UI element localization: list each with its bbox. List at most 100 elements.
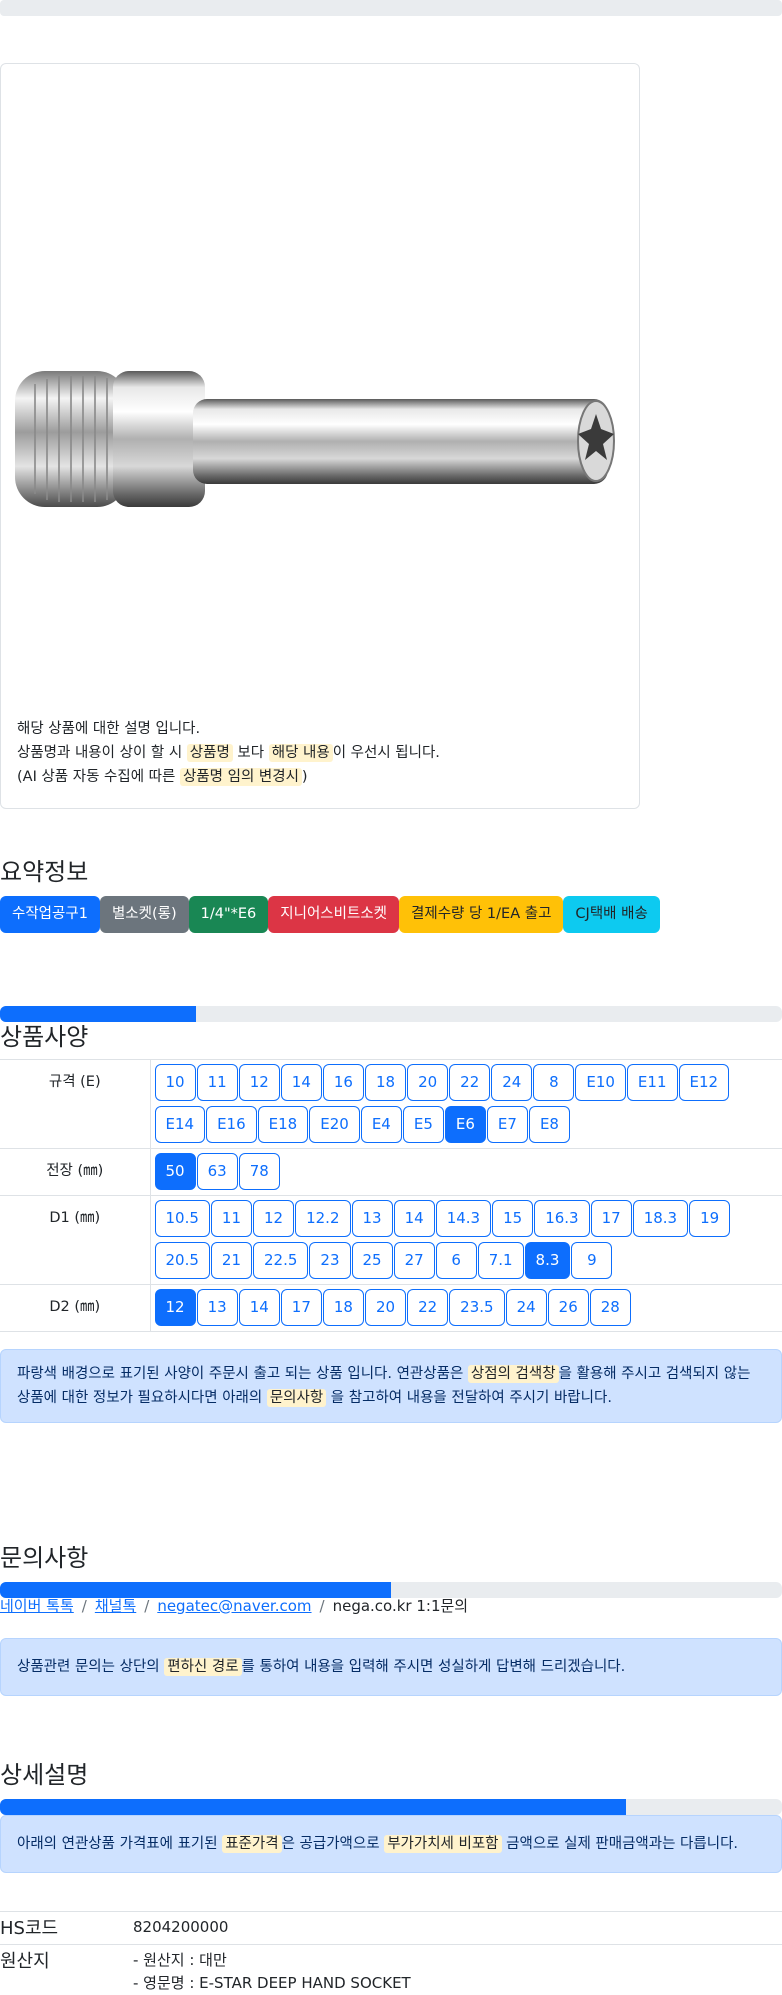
spec-option-button[interactable]: 11	[210, 1200, 252, 1237]
spec-option-button[interactable]: E14	[154, 1106, 206, 1143]
spec-option-button[interactable]: E8	[528, 1106, 570, 1143]
spec-row: 전장 (㎜) 50 63 78	[0, 1148, 782, 1196]
hs-code-row: HS코드 8204200000	[0, 1911, 782, 1943]
spec-option-button[interactable]: E12	[678, 1064, 730, 1101]
spec-option-button[interactable]: 19	[689, 1200, 731, 1237]
origin-value: - 원산지 : 대만 - 영문명 : E-STAR DEEP HAND SOCK…	[133, 1945, 411, 1994]
spec-option-button[interactable]: 24	[505, 1289, 547, 1326]
spec-option-button[interactable]: E4	[360, 1106, 402, 1143]
spec-option-button[interactable]: 16	[322, 1064, 364, 1101]
notice-highlight: 문의사항	[266, 1389, 327, 1407]
desc-line: 상품명과 내용이 상이 할 시 상품명 보다 해당 내용 이 우선시 됩니다.	[17, 741, 440, 765]
spec-option-button[interactable]: 22.5	[253, 1242, 309, 1279]
spec-option-button[interactable]: 20	[407, 1064, 449, 1101]
spec-option-button[interactable]: E18	[257, 1106, 309, 1143]
spec-option-button[interactable]: 7.1	[477, 1242, 524, 1279]
desc-text: 보다	[232, 745, 269, 761]
spec-option-button[interactable]: 17	[280, 1289, 322, 1326]
inquiry-title: 문의사항	[0, 1544, 89, 1572]
spec-option-button[interactable]: 14	[393, 1200, 435, 1237]
notice-text: 을 참고하여 내용을 전달하여 주시기 바랍니다.	[326, 1390, 612, 1406]
notice-highlight: 표준가격	[222, 1835, 282, 1853]
spec-option-button[interactable]: 27	[393, 1242, 435, 1279]
spec-option-button[interactable]: 10.5	[154, 1200, 210, 1237]
spec-option-button[interactable]: 8	[533, 1064, 575, 1101]
spec-option-button[interactable]: 12	[253, 1200, 295, 1237]
spec-option-button[interactable]: 21	[210, 1242, 252, 1279]
detail-notice: 아래의 연관상품 가격표에 표기된 표준가격 은 공급가액으로 부가가치세 비포함…	[0, 1815, 782, 1873]
spec-option-button[interactable]: E10	[575, 1064, 626, 1101]
spec-option-button[interactable]: 24	[491, 1064, 533, 1101]
desc-text: )	[301, 769, 308, 785]
spec-row: 규격 (E) 10 11 12 14 16 18 20 22 24 8 E10 E11 E12 E14 E16…	[0, 1059, 782, 1149]
link-channeltalk[interactable]: 채널톡	[95, 1595, 136, 1616]
link-email[interactable]: negatec@naver.com	[157, 1597, 311, 1615]
inquiry-notice: 상품관련 문의는 상단의 편하신 경로 를 통하여 내용을 입력해 주시면 성실하…	[0, 1638, 782, 1696]
spec-option-button[interactable]: 63	[196, 1153, 238, 1190]
product-image	[15, 371, 615, 507]
desc-text: (AI 상품 자동 수집에 따른	[17, 769, 180, 785]
spec-option-button[interactable]: 26	[547, 1289, 589, 1326]
spec-row-options: 12 13 14 17 18 20 22 23.5 24 26 28	[150, 1284, 782, 1332]
breadcrumb: 네이버 톡톡 / 채널톡 / negatec@naver.com / nega.…	[0, 1595, 468, 1616]
spec-option-button[interactable]: 23	[309, 1242, 351, 1279]
origin-line: - 원산지 : 대만	[133, 1951, 227, 1969]
notice-text: 를 통하여 내용을 입력해 주시면 성실하게 답변해 드리겠습니다.	[241, 1659, 626, 1675]
spec-option-button[interactable]: 14	[238, 1289, 280, 1326]
spec-option-button[interactable]: E20	[309, 1106, 360, 1143]
spec-option-button[interactable]: 6	[435, 1242, 477, 1279]
spec-option-button[interactable]: 14.3	[435, 1200, 492, 1237]
spec-option-button[interactable]: 13	[196, 1289, 238, 1326]
spec-option-button[interactable]: 11	[196, 1064, 238, 1101]
detail-title: 상세설명	[0, 1761, 89, 1789]
spec-row: D2 (㎜) 12 13 14 17 18 20 22 23.5 24 26 28	[0, 1284, 782, 1332]
spec-row-label: D1 (㎜)	[0, 1195, 151, 1285]
spec-option-button[interactable]: 20.5	[154, 1242, 210, 1279]
spec-option-button[interactable]: 20	[364, 1289, 407, 1326]
spec-row-label: 전장 (㎜)	[0, 1148, 151, 1196]
summary-badge: CJ택배 배송	[563, 896, 660, 933]
spec-option-button[interactable]: 25	[351, 1242, 393, 1279]
spec-option-button[interactable]: 8.3	[524, 1242, 571, 1279]
spec-option-button[interactable]: 12	[154, 1289, 196, 1326]
notice-text: 아래의 연관상품 가격표에 표기된	[17, 1836, 223, 1852]
spec-row-options: 50 63 78	[150, 1148, 782, 1196]
notice-text: 은 공급가액으로	[281, 1836, 385, 1852]
summary-badge: 별소켓(롱)	[99, 896, 189, 933]
summary-badge: 수작업공구1	[0, 896, 100, 933]
hs-code-value: 8204200000	[133, 1918, 229, 1936]
spec-option-button[interactable]: 16.3	[534, 1200, 590, 1237]
spec-option-button[interactable]: 17	[590, 1200, 632, 1237]
product-description: 해당 상품에 대한 설명 입니다. 상품명과 내용이 상이 할 시 상품명 보다…	[17, 717, 440, 789]
spec-row-options: 10.5 11 12 12.2 13 14 14.3 15 16.3 17 18.3 19 20.5 21…	[150, 1195, 782, 1285]
notice-text: 금액으로 실제 판매금액과는 다릅니다.	[501, 1836, 739, 1852]
spec-progress	[0, 1006, 782, 1022]
spec-option-button[interactable]: 50	[154, 1153, 196, 1190]
notice-text: 상품관련 문의는 상단의	[17, 1659, 165, 1675]
summary-title: 요약정보	[0, 858, 89, 886]
spec-option-button[interactable]: E7	[486, 1106, 528, 1143]
spec-option-button[interactable]: 10	[154, 1064, 196, 1101]
spec-option-button[interactable]: 22	[449, 1064, 491, 1101]
spec-option-button[interactable]: 78	[238, 1153, 280, 1190]
spec-option-button[interactable]: E6	[444, 1106, 486, 1143]
spec-option-button[interactable]: 18.3	[632, 1200, 689, 1237]
spec-option-button[interactable]: 12	[238, 1064, 280, 1101]
spec-option-button[interactable]: E16	[206, 1106, 257, 1143]
spec-option-button[interactable]: 18	[322, 1289, 364, 1326]
spec-option-button[interactable]: 15	[492, 1200, 534, 1237]
desc-text: 이 우선시 됩니다.	[332, 745, 440, 761]
breadcrumb-separator: /	[144, 1596, 150, 1615]
spec-option-button[interactable]: E11	[626, 1064, 678, 1101]
spec-option-button[interactable]: 9	[571, 1242, 613, 1279]
spec-option-button[interactable]: 28	[589, 1289, 631, 1326]
link-naver-talktalk[interactable]: 네이버 톡톡	[0, 1595, 74, 1616]
notice-text: 파랑색 배경으로 표기된 사양이 주문시 출고 되는 상품 입니다. 연관상품은	[17, 1366, 468, 1382]
spec-option-button[interactable]: 13	[351, 1200, 393, 1237]
spec-option-button[interactable]: E5	[402, 1106, 444, 1143]
spec-option-button[interactable]: 18	[364, 1064, 407, 1101]
spec-option-button[interactable]: 22	[407, 1289, 449, 1326]
spec-option-button[interactable]: 23.5	[449, 1289, 505, 1326]
spec-option-button[interactable]: 12.2	[295, 1200, 351, 1237]
spec-option-button[interactable]: 14	[280, 1064, 322, 1101]
